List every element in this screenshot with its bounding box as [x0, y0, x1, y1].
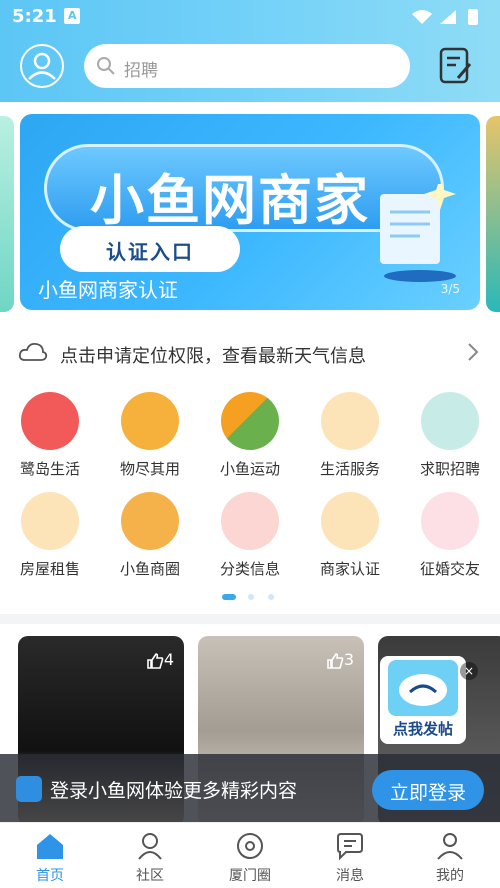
grid-item-label: 征婚交友 — [419, 560, 480, 578]
grid-item-label: 鹭岛生活 — [19, 460, 80, 478]
grid-item-label: 商家认证 — [319, 560, 380, 578]
grid-item-label: 求职招聘 — [419, 460, 480, 478]
login-prompt-text: 登录小鱼网体验更多精彩内容 — [50, 780, 298, 802]
banner-caption: 小鱼网商家认证 — [38, 278, 178, 302]
egret-icon — [21, 392, 79, 450]
search-placeholder: 招聘 — [124, 61, 158, 81]
certificate-icon — [321, 492, 379, 550]
heart-icon — [421, 492, 479, 550]
banner-carousel[interactable]: 小鱼网商家 认证入口 小鱼网商家认证 3/5 — [0, 110, 500, 312]
login-prompt-bar: 登录小鱼网体验更多精彩内容 立即登录 — [0, 754, 500, 822]
person-icon — [437, 833, 463, 860]
banner-prev-peek — [0, 116, 14, 312]
grid-item-dating[interactable]: 征婚交友 — [400, 488, 500, 580]
banner-pager: 3/5 — [440, 282, 460, 296]
sofa-icon — [321, 392, 379, 450]
banner-cert-button[interactable]: 认证入口 — [60, 226, 240, 272]
edit-note-icon[interactable] — [438, 46, 474, 86]
grid-item-label: 小鱼运动 — [219, 460, 280, 478]
section-divider — [0, 614, 500, 624]
grid-item-secondhand[interactable]: 物尽其用 — [100, 388, 200, 480]
nav-home[interactable]: 首页 — [0, 823, 100, 888]
home-icon — [37, 834, 63, 859]
community-icon — [138, 833, 162, 860]
pager-dot-active — [222, 594, 236, 600]
jobs-icon — [421, 392, 479, 450]
red-bag-icon — [221, 492, 279, 550]
login-button[interactable]: 立即登录 — [372, 770, 484, 810]
money-bag-icon — [121, 492, 179, 550]
service-grid: 鹭岛生活 物尽其用 小鱼运动 生活服务 求职招聘 房屋租售 小鱼商圈 分类信息 … — [0, 388, 500, 584]
document-illustration-icon — [380, 184, 456, 282]
banner-next-peek — [486, 116, 500, 312]
grid-item-sports[interactable]: 小鱼运动 — [200, 388, 300, 480]
grid-item-life-services[interactable]: 生活服务 — [300, 388, 400, 480]
nav-me[interactable]: 我的 — [400, 823, 500, 888]
grid-item-jobs[interactable]: 求职招聘 — [400, 388, 500, 480]
grid-pager-dots — [222, 592, 282, 602]
app-header: 5:21 A 招聘 — [0, 0, 500, 102]
app-logo-icon — [16, 776, 42, 802]
banner-title: 小鱼网商家 — [90, 169, 370, 232]
grid-item-classifieds[interactable]: 分类信息 — [200, 488, 300, 580]
search-bar[interactable]: 招聘 — [84, 44, 410, 88]
grid-item-label: 小鱼商圈 — [119, 560, 180, 578]
thumbs-up-icon — [327, 652, 344, 669]
weather-row[interactable]: 点击申请定位权限，查看最新天气信息 — [0, 334, 500, 374]
app-notification-icon: A — [64, 8, 80, 24]
circle-eye-icon — [237, 833, 263, 859]
bottom-nav: 首页 社区 厦门圈 消息 我的 — [0, 822, 500, 888]
sports-icon — [221, 392, 279, 450]
package-icon — [121, 392, 179, 450]
post-button[interactable]: 点我发帖 — [380, 656, 466, 744]
nav-messages[interactable]: 消息 — [300, 823, 400, 888]
grid-item-label: 房屋租售 — [19, 560, 80, 578]
grid-item-merchant-cert[interactable]: 商家认证 — [300, 488, 400, 580]
grid-item-label: 物尽其用 — [119, 460, 180, 478]
pager-dot — [268, 594, 274, 600]
nav-xiamen-circle[interactable]: 厦门圈 — [200, 823, 300, 888]
grid-item-ludao-life[interactable]: 鹭岛生活 — [0, 388, 100, 480]
close-icon[interactable]: × — [460, 662, 478, 680]
cloud-icon — [18, 342, 48, 361]
fish-icon — [388, 660, 458, 716]
thumbs-up-icon — [147, 652, 164, 669]
banner-slide[interactable]: 小鱼网商家 认证入口 小鱼网商家认证 3/5 — [20, 114, 480, 310]
nav-community[interactable]: 社区 — [100, 823, 200, 888]
chat-icon — [337, 833, 363, 861]
grid-item-label: 分类信息 — [219, 560, 280, 578]
system-status-icons — [412, 9, 478, 25]
user-icon — [28, 52, 56, 80]
status-time: 5:21 — [12, 6, 57, 27]
grid-item-label: 生活服务 — [319, 460, 380, 478]
grid-item-business-circle[interactable]: 小鱼商圈 — [100, 488, 200, 580]
chevron-right-icon — [468, 343, 479, 361]
like-count[interactable]: 4 — [146, 650, 174, 670]
building-icon — [21, 492, 79, 550]
weather-text: 点击申请定位权限，查看最新天气信息 — [60, 346, 366, 367]
search-icon — [97, 57, 115, 75]
pager-dot — [248, 594, 254, 600]
like-count[interactable]: 3 — [326, 650, 354, 670]
status-bar: 5:21 A — [0, 0, 500, 34]
grid-item-housing[interactable]: 房屋租售 — [0, 488, 100, 580]
profile-avatar-button[interactable] — [20, 44, 64, 88]
